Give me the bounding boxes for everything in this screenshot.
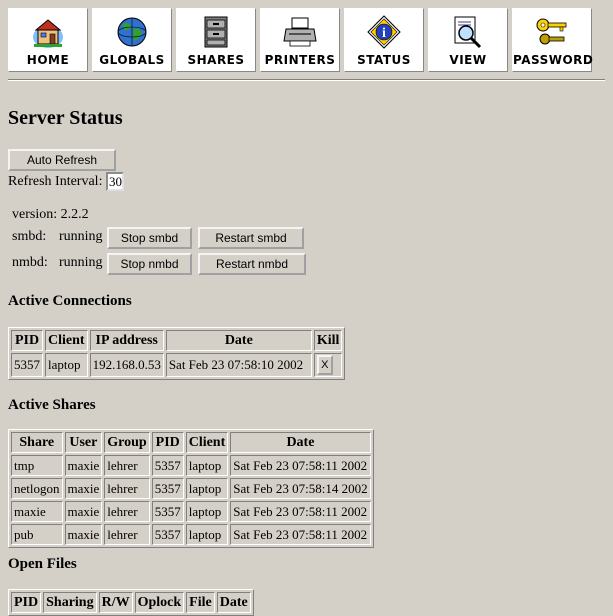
svg-text:i: i [382, 26, 386, 41]
column-header: PID [11, 592, 42, 613]
cell-share: pub [11, 524, 63, 545]
table-row: pub maxie lehrer 5357 laptop Sat Feb 23 … [11, 524, 371, 545]
table-row: netlogon maxie lehrer 5357 laptop Sat Fe… [11, 478, 371, 499]
column-header: Sharing [43, 592, 97, 613]
version-text: version: 2.2.2 [12, 207, 89, 222]
table-header-row: PID Sharing R/W Oplock File Date [11, 592, 251, 613]
nmbd-label: nmbd: [12, 255, 48, 270]
cell-user: maxie [64, 524, 103, 545]
column-header: R/W [98, 592, 133, 613]
nav-status-button[interactable]: i STATUS [344, 8, 424, 72]
table-row: 5357 laptop 192.168.0.53 Sat Feb 23 07:5… [11, 353, 343, 377]
cell-pid: 5357 [151, 524, 184, 545]
printer-icon [283, 17, 317, 47]
nav-globals-button[interactable]: GLOBALS [92, 8, 172, 72]
keys-icon [536, 18, 567, 45]
column-header: PID [11, 330, 43, 351]
cell-group: lehrer [104, 455, 150, 476]
cell-client: laptop [185, 455, 229, 476]
file-cabinet-icon [204, 16, 228, 48]
nav-view-button[interactable]: VIEW [428, 8, 508, 72]
nav-password-button[interactable]: PASSWORD [512, 8, 594, 72]
cell-pid: 5357 [151, 501, 184, 522]
cell-client: laptop [185, 524, 229, 545]
column-header: User [64, 432, 103, 453]
globe-icon [117, 17, 147, 47]
nav-printers-button[interactable]: PRINTERS [260, 8, 340, 72]
cell-kill: X [313, 353, 343, 377]
active-connections-table: PID Client IP address Date Kill 5357 lap… [8, 327, 346, 380]
refresh-interval-input[interactable]: 30 [106, 172, 124, 191]
stop-smbd-button[interactable]: Stop smbd [107, 227, 192, 249]
column-header: PID [151, 432, 184, 453]
nav-view-label: VIEW [449, 53, 487, 67]
magnifier-icon [454, 16, 482, 49]
column-header: Date [216, 592, 251, 613]
cell-user: maxie [64, 478, 103, 499]
cell-client: laptop [185, 478, 229, 499]
cell-pid: 5357 [151, 478, 184, 499]
cell-client: laptop [45, 353, 88, 377]
column-header: Group [104, 432, 150, 453]
cell-group: lehrer [104, 478, 150, 499]
cell-date: Sat Feb 23 07:58:11 2002 [230, 501, 371, 522]
active-shares-heading: Active Shares [8, 397, 96, 413]
restart-nmbd-button[interactable]: Restart nmbd [198, 253, 306, 275]
restart-smbd-button[interactable]: Restart smbd [198, 227, 304, 249]
cell-date: Sat Feb 23 07:58:11 2002 [230, 455, 371, 476]
table-row: tmp maxie lehrer 5357 laptop Sat Feb 23 … [11, 455, 371, 476]
column-header: Date [165, 330, 312, 351]
active-connections-heading: Active Connections [8, 293, 132, 309]
cell-date: Sat Feb 23 07:58:14 2002 [230, 478, 371, 499]
column-header: Kill [313, 330, 343, 351]
top-nav-bar: HOME GLOBALS SHARES PRINTERS i STATUS VI… [0, 0, 613, 80]
nav-home-label: HOME [26, 53, 70, 67]
nav-status-label: STATUS [357, 53, 411, 67]
table-header-row: Share User Group PID Client Date [11, 432, 371, 453]
nav-shares-label: SHARES [187, 53, 245, 67]
refresh-interval-label: Refresh Interval: [8, 174, 103, 189]
smbd-status: running [59, 229, 103, 244]
cell-group: lehrer [104, 524, 150, 545]
nav-printers-label: PRINTERS [264, 53, 336, 67]
info-icon: i [367, 15, 401, 49]
smbd-label: smbd: [12, 229, 47, 244]
cell-user: maxie [64, 501, 103, 522]
cell-group: lehrer [104, 501, 150, 522]
column-header: Client [185, 432, 229, 453]
nmbd-status: running [59, 255, 103, 270]
active-shares-table: Share User Group PID Client Date tmp max… [8, 429, 374, 548]
column-header: Oplock [134, 592, 185, 613]
cell-pid: 5357 [11, 353, 43, 377]
stop-nmbd-button[interactable]: Stop nmbd [107, 253, 192, 275]
divider [8, 79, 605, 81]
open-files-table: PID Sharing R/W Oplock File Date [8, 589, 254, 616]
page-title: Server Status [8, 107, 123, 129]
nav-home-button[interactable]: HOME [8, 8, 88, 72]
column-header: IP address [89, 330, 164, 351]
cell-user: maxie [64, 455, 103, 476]
table-row: maxie maxie lehrer 5357 laptop Sat Feb 2… [11, 501, 371, 522]
column-header: Client [45, 330, 88, 351]
column-header: Share [11, 432, 63, 453]
cell-date: Sat Feb 23 07:58:11 2002 [230, 524, 371, 545]
cell-date: Sat Feb 23 07:58:10 2002 [165, 353, 312, 377]
nav-shares-button[interactable]: SHARES [176, 8, 256, 72]
cell-share: maxie [11, 501, 63, 522]
home-icon [33, 19, 63, 48]
column-header: Date [230, 432, 371, 453]
auto-refresh-button[interactable]: Auto Refresh [8, 149, 116, 171]
kill-connection-button[interactable]: X [316, 355, 333, 375]
cell-ip: 192.168.0.53 [89, 353, 164, 377]
table-header-row: PID Client IP address Date Kill [11, 330, 343, 351]
cell-pid: 5357 [151, 455, 184, 476]
column-header: File [186, 592, 215, 613]
cell-client: laptop [185, 501, 229, 522]
nav-password-label: PASSWORD [513, 53, 594, 67]
cell-share: netlogon [11, 478, 63, 499]
open-files-heading: Open Files [8, 556, 77, 572]
nav-globals-label: GLOBALS [99, 53, 165, 67]
cell-share: tmp [11, 455, 63, 476]
